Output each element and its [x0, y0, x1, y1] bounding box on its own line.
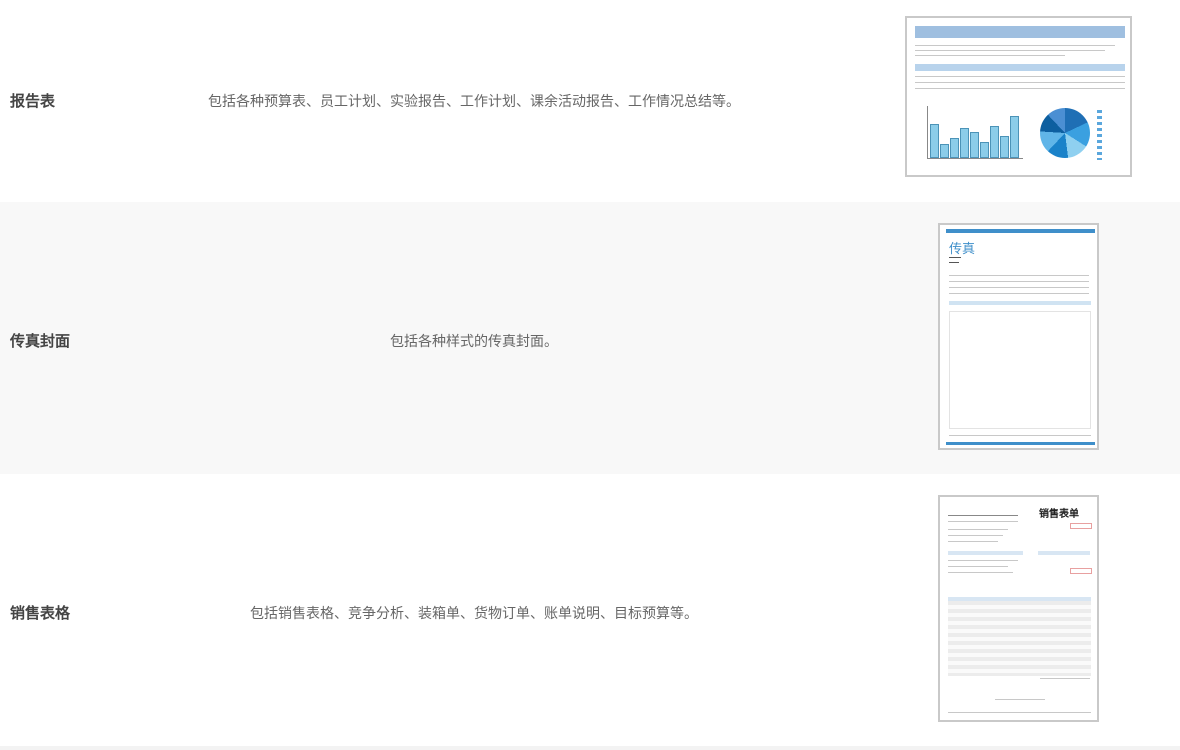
report-table-header — [915, 64, 1125, 71]
category-description: 包括销售表格、竞争分析、装箱单、货物订单、账单说明、目标预算等。 — [250, 606, 698, 622]
fax-thumbnail[interactable]: 传真 — [938, 223, 1099, 450]
sales-bill-to-header — [948, 551, 1023, 555]
category-label: 报告表 — [10, 92, 56, 110]
fax-bottom-bar — [946, 442, 1095, 445]
template-row-report: 报告表 包括各种预算表、员工计划、实验报告、工作计划、课余活动报告、工作情况总结… — [0, 0, 1180, 202]
fax-options-row — [949, 301, 1091, 305]
report-pie-legend — [1097, 110, 1102, 160]
report-bar-chart — [927, 106, 1023, 159]
sales-title: 销售表单 — [1039, 509, 1079, 520]
category-description: 包括各种预算表、员工计划、实验报告、工作计划、课余活动报告、工作情况总结等。 — [208, 94, 740, 110]
bottom-divider — [0, 746, 1180, 750]
report-thumbnail[interactable] — [905, 16, 1132, 177]
category-description: 包括各种样式的传真封面。 — [390, 334, 558, 350]
sales-items-table — [948, 597, 1091, 676]
sales-thumbnail[interactable]: 销售表单 — [938, 495, 1099, 722]
template-row-fax: 传真封面 包括各种样式的传真封面。 传真 — [0, 202, 1180, 474]
fax-title: 传真 — [949, 242, 976, 257]
category-label: 销售表格 — [10, 604, 71, 622]
category-label: 传真封面 — [10, 332, 71, 350]
fax-comments-area — [949, 311, 1091, 429]
report-pie-chart — [1040, 108, 1090, 158]
report-title-bar — [915, 26, 1125, 38]
template-row-sales: 销售表格 包括销售表格、竞争分析、装箱单、货物订单、账单说明、目标预算等。 销售… — [0, 474, 1180, 746]
fax-top-bar — [946, 229, 1095, 233]
sales-ship-header — [1038, 551, 1090, 555]
